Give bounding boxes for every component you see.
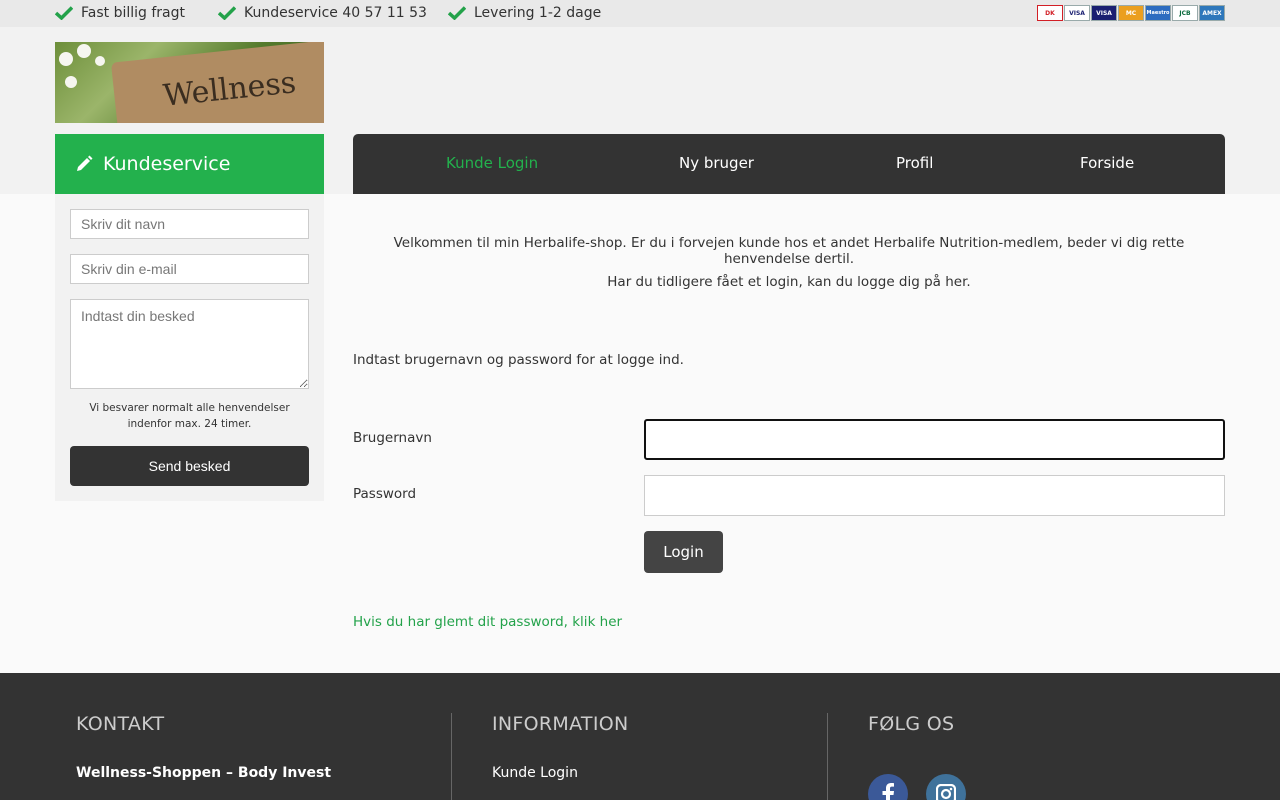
checkmark-icon [55, 6, 73, 20]
username-label: Brugernavn [353, 430, 432, 446]
send-message-button[interactable]: Send besked [70, 446, 309, 486]
usp-item: Kundeservice 40 57 11 53 [218, 4, 427, 22]
usp-item: Fast billig fragt [55, 4, 185, 22]
password-input[interactable] [644, 475, 1225, 516]
visa-icon: VISA [1064, 5, 1090, 21]
login-instruction: Indtast brugernavn og password for at lo… [353, 352, 684, 368]
dankort-icon: DK [1037, 5, 1063, 21]
checkmark-icon [218, 6, 236, 20]
login-hint-text: Har du tidligere fået et login, kan du l… [607, 274, 971, 290]
nav-item-ny-bruger[interactable]: Ny bruger [679, 154, 754, 172]
checkmark-icon [448, 6, 466, 20]
message-textarea[interactable] [70, 299, 309, 389]
login-button[interactable]: Login [644, 531, 723, 573]
footer-company-name: Wellness-Shoppen – Body Invest [76, 765, 332, 781]
visa-electron-icon: VISA [1091, 5, 1117, 21]
nav-item-forside[interactable]: Forside [1080, 154, 1134, 172]
welcome-text: Velkommen til min Herbalife-shop. Er du … [393, 235, 1185, 267]
forgot-password-link[interactable]: Hvis du har glemt dit password, klik her [353, 614, 622, 630]
email-input[interactable] [70, 254, 309, 284]
site-logo[interactable]: Wellness [55, 42, 324, 123]
mastercard-icon: MC [1118, 5, 1144, 21]
footer-divider [827, 713, 828, 800]
customer-service-title: Kundeservice [103, 153, 231, 175]
usp-label: Kundeservice 40 57 11 53 [244, 5, 427, 21]
amex-icon: AMEX [1199, 5, 1225, 21]
jcb-icon: JCB [1172, 5, 1198, 21]
footer-link-kunde-login[interactable]: Kunde Login [492, 765, 578, 781]
customer-service-header: Kundeservice [55, 134, 324, 194]
footer-information-title: INFORMATION [492, 713, 629, 735]
password-label: Password [353, 486, 417, 502]
contact-form: Vi besvarer normalt alle henvendelser in… [55, 194, 324, 501]
maestro-icon: Maestro [1145, 5, 1171, 21]
usp-label: Levering 1-2 dage [474, 5, 602, 21]
payment-methods: DK VISA VISA MC Maestro JCB AMEX [1037, 5, 1225, 21]
footer-follow-title: FØLG OS [868, 713, 955, 735]
footer-contact-title: KONTAKT [76, 713, 165, 735]
nav-item-kunde-login[interactable]: Kunde Login [446, 154, 538, 172]
name-input[interactable] [70, 209, 309, 239]
main-nav: Kunde Login Ny bruger Profil Forside [353, 134, 1225, 194]
nav-item-profil[interactable]: Profil [896, 154, 933, 172]
username-input[interactable] [644, 419, 1225, 460]
top-bar: Fast billig fragt Kundeservice 40 57 11 … [0, 0, 1280, 27]
response-time-note: Vi besvarer normalt alle henvendelser in… [89, 402, 290, 430]
pencil-icon [77, 155, 93, 171]
usp-item: Levering 1-2 dage [448, 4, 601, 22]
footer-divider [451, 713, 452, 800]
usp-label: Fast billig fragt [81, 5, 186, 21]
